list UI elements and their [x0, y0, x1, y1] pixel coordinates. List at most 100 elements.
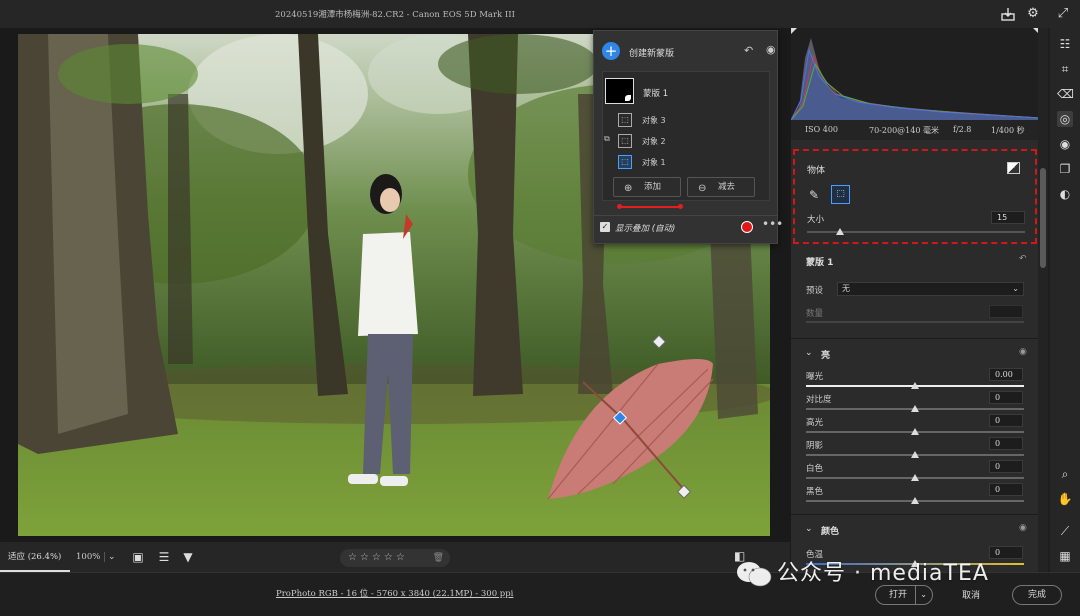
- selection-underline: [617, 204, 683, 209]
- crop-icon[interactable]: ⌗: [1057, 61, 1073, 77]
- object-mask-icon: ⬚: [618, 134, 632, 148]
- highlights-slider-knob[interactable]: [911, 428, 919, 435]
- preview-toggle-icon[interactable]: ▣: [130, 549, 146, 565]
- expand-icon[interactable]: ⤢: [1055, 6, 1071, 22]
- iso-value: ISO 400: [805, 125, 839, 134]
- aperture-value: f/2.8: [953, 125, 972, 134]
- preset-label: 预设: [806, 286, 824, 296]
- add-button[interactable]: ⊕ 添加: [613, 177, 681, 197]
- exposure-input[interactable]: 0.00: [989, 368, 1023, 381]
- object-item-3[interactable]: ⬚ 对象 3: [603, 110, 769, 130]
- chevron-down-icon[interactable]: ⌄: [805, 348, 813, 358]
- whites-input[interactable]: 0: [989, 460, 1023, 473]
- subtract-button[interactable]: ⊖ 减去: [687, 177, 755, 197]
- watermark-text: 公众号 · mediaTEA: [777, 561, 989, 586]
- chevron-down-icon[interactable]: ⌄: [915, 586, 927, 604]
- cancel-button[interactable]: 取消: [962, 588, 980, 601]
- whites-slider[interactable]: [806, 474, 1024, 481]
- eye-icon[interactable]: ◉: [1019, 347, 1027, 357]
- contrast-slider[interactable]: [806, 405, 1024, 412]
- rating-stars[interactable]: ☆☆☆☆☆: [348, 552, 408, 563]
- zoom-dropdown-icon[interactable]: ⌄: [104, 552, 116, 562]
- grid-icon[interactable]: ▦: [1057, 548, 1073, 564]
- open-button[interactable]: 打开 ⌄: [875, 585, 933, 605]
- blacks-slider-knob[interactable]: [911, 497, 919, 504]
- mask-thumbnail[interactable]: [605, 78, 634, 104]
- invert-mask-icon[interactable]: [1007, 162, 1020, 174]
- mask-settings-name: 蒙版 1: [806, 258, 834, 268]
- brush-select-icon[interactable]: ✎: [809, 188, 819, 202]
- overlay-checkbox[interactable]: ✓: [600, 222, 610, 232]
- trash-icon[interactable]: 🗑: [433, 549, 444, 567]
- contrast-slider-knob[interactable]: [911, 405, 919, 412]
- more-icon[interactable]: •••: [762, 217, 783, 231]
- scrollbar-thumb[interactable]: [1040, 168, 1046, 268]
- preset-value: 无: [842, 284, 850, 293]
- shadows-input[interactable]: 0: [989, 437, 1023, 450]
- blacks-input[interactable]: 0: [989, 483, 1023, 496]
- overlay-label: 显示叠加 (自动): [615, 224, 676, 234]
- reset-icon[interactable]: ↶: [744, 44, 753, 57]
- chevron-down-icon[interactable]: ⌄: [805, 524, 813, 534]
- object-item-1[interactable]: ⬚ 对象 1: [603, 152, 769, 172]
- contrast-label: 对比度: [806, 395, 832, 405]
- workflow-options-link[interactable]: ProPhoto RGB - 16 位 - 5760 x 3840 (22.1M…: [276, 587, 513, 599]
- shadows-slider-knob[interactable]: [911, 451, 919, 458]
- panel-scrollbar[interactable]: [1038, 28, 1048, 572]
- size-input[interactable]: 15: [991, 211, 1025, 224]
- shadows-slider[interactable]: [806, 451, 1024, 458]
- size-slider[interactable]: [807, 228, 1025, 235]
- preset-select[interactable]: 无 ⌄: [837, 282, 1024, 296]
- temp-input[interactable]: 0: [989, 546, 1023, 559]
- gear-icon[interactable]: ⚙: [1025, 6, 1041, 22]
- export-icon[interactable]: [1000, 6, 1016, 22]
- whites-slider-knob[interactable]: [911, 474, 919, 481]
- size-slider-knob[interactable]: [835, 228, 844, 235]
- window-title: 20240519湘潭市杨梅洲-82.CR2 - Canon EOS 5D Mar…: [275, 10, 515, 20]
- hand-icon[interactable]: ✋: [1057, 491, 1073, 507]
- masking-icon[interactable]: ◎: [1057, 111, 1073, 127]
- presets-icon[interactable]: ◐: [1057, 186, 1073, 202]
- fit-zoom-button[interactable]: 适应 (26.4%): [0, 542, 70, 572]
- light-section-header[interactable]: ⌄ 亮 ◉: [791, 338, 1038, 368]
- exposure-slider[interactable]: [806, 382, 1024, 389]
- highlights-slider[interactable]: [806, 428, 1024, 435]
- red-eye-icon[interactable]: ◉: [1057, 136, 1073, 152]
- highlights-input[interactable]: 0: [989, 414, 1023, 427]
- tool-strip: ☷ ⌗ ⌫ ◎ ◉ ❐ ◐ ⌕ ✋ ⟋ ▦: [1050, 28, 1080, 572]
- object-item-2[interactable]: ⧉ ⬚ 对象 2: [603, 131, 769, 151]
- title-bar: 20240519湘潭市杨梅洲-82.CR2 - Canon EOS 5D Mar…: [0, 0, 1080, 28]
- done-button[interactable]: 完成: [1012, 585, 1062, 605]
- wechat-logo-icon: [737, 562, 772, 587]
- masks-panel-header: + 创建新蒙版 ↶ ◉: [594, 37, 777, 63]
- blacks-slider[interactable]: [806, 497, 1024, 504]
- sort-icon[interactable]: ☰: [156, 549, 172, 565]
- star-rating[interactable]: ☆☆☆☆☆ 🗑: [340, 549, 450, 567]
- lens-value: 70-200@140 毫米: [869, 126, 939, 135]
- snapshots-icon[interactable]: ❐: [1057, 161, 1073, 177]
- filter-icon[interactable]: ▼: [180, 549, 196, 565]
- contrast-input[interactable]: 0: [989, 391, 1023, 404]
- exposure-label: 曝光: [806, 372, 824, 382]
- amount-input: [989, 305, 1023, 318]
- edit-sliders-icon[interactable]: ☷: [1057, 36, 1073, 52]
- color-section-header[interactable]: ⌄ 颜色 ◉: [791, 514, 1038, 544]
- eyedropper-icon[interactable]: ⟋: [1057, 523, 1073, 539]
- zoom-100-button[interactable]: 100%: [76, 542, 100, 572]
- object-mask-icon: ⬚: [618, 113, 632, 127]
- mask-item[interactable]: 蒙版 1: [603, 75, 769, 107]
- eye-icon[interactable]: ◉: [1019, 523, 1027, 533]
- mask-name: 蒙版 1: [643, 89, 669, 99]
- eraser-icon[interactable]: ⌫: [1057, 86, 1074, 102]
- eye-icon[interactable]: ◉: [766, 43, 776, 56]
- add-label: 添加: [644, 182, 662, 192]
- rectangle-select-icon[interactable]: ⬚: [831, 185, 850, 204]
- watermark: 公众号 · mediaTEA: [735, 555, 989, 588]
- reset-icon[interactable]: ↶: [1019, 254, 1027, 264]
- create-mask-button[interactable]: +: [602, 42, 620, 60]
- subtract-icon: ⊖: [698, 183, 707, 194]
- zoom-icon[interactable]: ⌕: [1057, 466, 1073, 482]
- overlay-color-swatch[interactable]: [741, 221, 753, 233]
- exposure-slider-knob[interactable]: [911, 382, 919, 389]
- open-label: 打开: [889, 590, 908, 600]
